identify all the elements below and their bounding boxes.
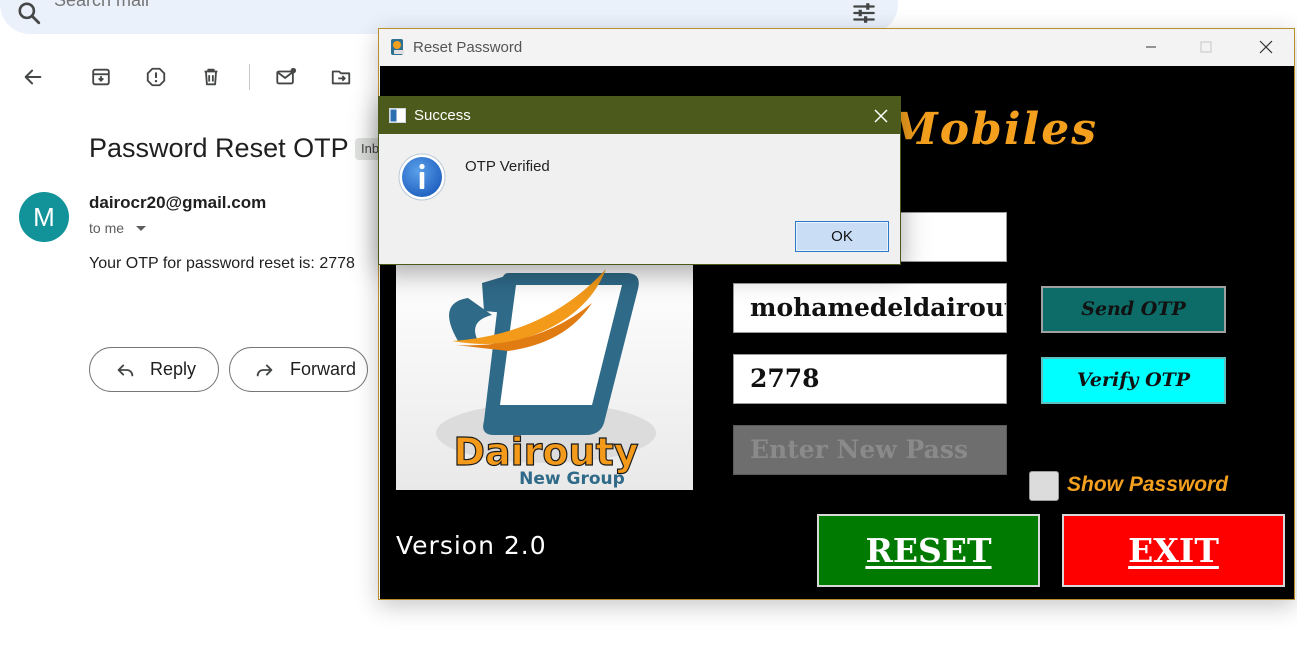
reply-label: Reply [150,359,197,379]
recipient-line: to me [89,220,125,236]
toolbar-divider [249,64,250,90]
success-dialog: Success OTP Verified OK [378,96,901,265]
archive-icon[interactable] [90,66,112,88]
email-body: Your OTP for password reset is: 2778 [89,255,355,272]
exit-button[interactable]: EXIT [1062,514,1285,587]
back-arrow-icon[interactable] [22,66,44,88]
report-spam-icon[interactable] [145,66,167,88]
forward-button[interactable]: Forward [229,347,368,392]
mark-unread-icon[interactable] [275,66,297,88]
reset-window-title: Reset Password [413,39,523,56]
show-password-label[interactable]: Show Password [1067,473,1228,497]
info-icon [397,152,447,202]
dialog-message: OTP Verified [465,158,550,175]
email-field[interactable]: mohamedeldairouty [733,283,1007,333]
dairouty-logo: Dairouty New Group [396,263,693,490]
ok-button[interactable]: OK [795,221,889,252]
app-icon [389,38,407,56]
send-otp-button[interactable]: Send OTP [1041,286,1226,333]
logo-brand-name: Dairouty [453,430,638,474]
forward-icon [254,359,276,381]
dialog-title: Success [414,107,471,124]
minimize-icon[interactable] [1128,33,1174,61]
dialog-titlebar[interactable]: Success [379,97,900,134]
otp-field[interactable]: 2778 [733,354,1007,404]
close-icon[interactable] [1242,33,1288,61]
reply-icon [114,359,136,381]
brand-title: Mobiles [889,104,1099,155]
reset-window-titlebar[interactable]: Reset Password [379,29,1294,65]
maximize-icon[interactable] [1183,33,1229,61]
sender-email: dairocr20@gmail.com [89,193,267,212]
search-input[interactable] [54,0,354,11]
logo-subtitle: New Group [519,469,625,489]
chevron-down-icon[interactable] [136,226,146,231]
tune-icon[interactable] [851,0,877,26]
reset-button[interactable]: RESET [817,514,1040,587]
close-icon[interactable] [865,100,897,132]
move-to-icon[interactable] [330,66,352,88]
reply-button[interactable]: Reply [89,347,219,392]
forward-label: Forward [290,359,357,379]
version-label: Version 2.0 [396,531,547,560]
search-icon[interactable] [16,0,42,26]
email-subject: Password Reset OTP [89,133,349,163]
window-icon [389,108,406,123]
new-password-field[interactable]: Enter New Pass [733,425,1007,475]
avatar[interactable]: M [19,192,69,242]
verify-otp-button[interactable]: Verify OTP [1041,357,1226,404]
delete-icon[interactable] [200,66,222,88]
show-password-checkbox[interactable] [1029,471,1059,501]
